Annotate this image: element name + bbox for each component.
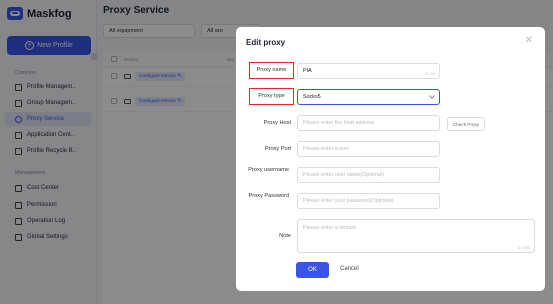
proxy-name-label: Proxy name: [249, 62, 294, 79]
proxy-port-label: Proxy Port: [264, 146, 291, 152]
note-label: Note: [279, 233, 291, 239]
proxy-port-input[interactable]: Please enter a port: [297, 141, 440, 157]
proxy-type-label: Proxy type: [249, 88, 294, 105]
ok-button[interactable]: OK: [296, 262, 329, 278]
proxy-username-input[interactable]: Please enter user name(Optional): [297, 167, 440, 183]
proxy-username-placeholder: Please enter user name(Optional): [303, 172, 384, 178]
proxy-type-select[interactable]: Socks5: [297, 89, 440, 105]
proxy-host-label: Proxy Host: [263, 120, 291, 126]
edit-proxy-dialog: Edit proxy ✕ Proxy name PIA 3 / 30 Proxy…: [236, 27, 545, 291]
proxy-username-label: Proxy username: [248, 167, 289, 173]
close-icon[interactable]: ✕: [525, 36, 533, 46]
proxy-host-placeholder: Please enter the host address: [303, 120, 375, 126]
chevron-down-icon: [429, 93, 435, 99]
cancel-button[interactable]: Cancel: [340, 266, 359, 272]
proxy-host-input[interactable]: Please enter the host address: [297, 115, 440, 131]
proxy-name-input[interactable]: PIA 3 / 30: [297, 63, 440, 79]
note-textarea[interactable]: Please enter a remark 0 / 200: [297, 219, 535, 253]
proxy-name-counter: 3 / 30: [424, 71, 435, 76]
proxy-password-label: Proxy Password: [248, 193, 289, 199]
proxy-password-input[interactable]: Please enter your password(Optional): [297, 193, 440, 209]
proxy-port-placeholder: Please enter a port: [303, 146, 349, 152]
proxy-password-placeholder: Please enter your password(Optional): [303, 198, 394, 204]
proxy-name-value: PIA: [303, 68, 312, 74]
check-proxy-button[interactable]: Check Proxy: [447, 117, 485, 131]
dialog-title: Edit proxy: [246, 38, 286, 47]
note-counter: 0 / 200: [517, 245, 530, 250]
proxy-type-value: Socks5: [303, 94, 321, 100]
note-placeholder: Please enter a remark: [303, 225, 357, 231]
